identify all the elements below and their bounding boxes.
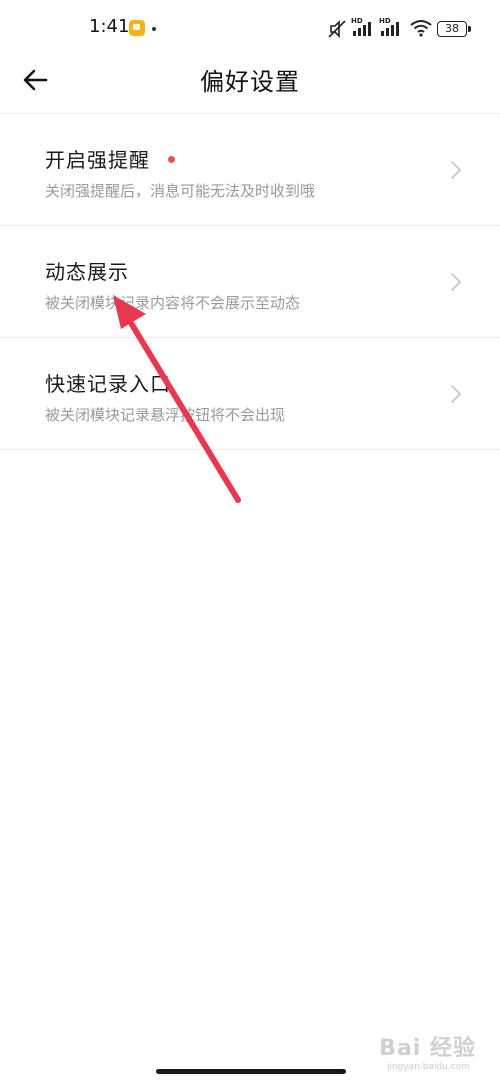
setting-item-strong-reminder[interactable]: 开启强提醒 关闭强提醒后，消息可能无法及时收到哦 [0,114,500,226]
red-dot-badge [168,156,175,163]
setting-title: 快速记录入口 [45,372,171,396]
signal-hd-icon: HD [379,17,399,36]
signal-hd-icon: HD [351,17,371,36]
setting-title-text: 开启强提醒 [45,148,150,172]
status-time: 1:41 [89,16,130,37]
svg-text:HD: HD [351,17,363,25]
setting-description: 被关闭模块记录内容将不会展示至动态 [45,294,301,312]
dot-icon [152,27,156,31]
setting-title: 动态展示 [45,260,129,284]
mute-icon [328,20,346,38]
wifi-icon [410,20,432,37]
app-notification-icon [129,20,145,36]
home-indicator[interactable] [156,1069,346,1074]
setting-item-quick-record-entry[interactable]: 快速记录入口 被关闭模块记录悬浮按钮将不会出现 [0,338,500,450]
status-bar: 1:41 HD HD 38 [0,0,500,58]
setting-description: 关闭强提醒后，消息可能无法及时收到哦 [45,182,316,200]
battery-icon: 38 [437,21,471,37]
settings-list: 开启强提醒 关闭强提醒后，消息可能无法及时收到哦 动态展示 被关闭模块记录内容将… [0,114,500,450]
page-title: 偏好设置 [200,68,300,96]
baidu-watermark: Bai 经验 [379,1036,476,1061]
svg-text:HD: HD [379,17,391,25]
chevron-right-icon [451,273,461,291]
chevron-right-icon [451,385,461,403]
baidu-watermark-url: jingyan.baidu.com [386,1062,470,1072]
setting-item-activity-display[interactable]: 动态展示 被关闭模块记录内容将不会展示至动态 [0,226,500,338]
chevron-right-icon [451,161,461,179]
header: 偏好设置 [0,58,500,114]
setting-title: 开启强提醒 [45,144,175,173]
setting-description: 被关闭模块记录悬浮按钮将不会出现 [45,406,286,424]
